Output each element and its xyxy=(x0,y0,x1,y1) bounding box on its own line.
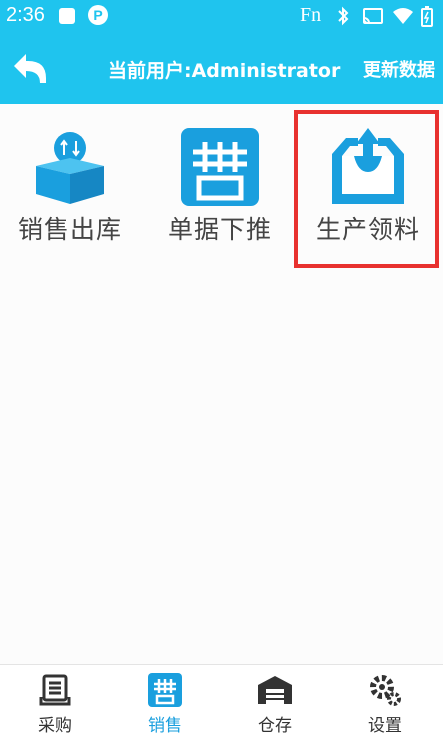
bottom-nav: 采购 销售 仓存 设置 xyxy=(0,664,443,737)
battery-icon xyxy=(421,6,433,27)
highlight-box xyxy=(294,110,439,268)
current-user-label: 当前用户:Administrator xyxy=(108,60,341,82)
tile-label: 销售出库 xyxy=(17,215,122,244)
cast-icon xyxy=(363,8,383,24)
nav-settings[interactable]: 设置 xyxy=(330,665,440,737)
nav-label: 仓存 xyxy=(258,716,292,736)
status-fn-text: Fn xyxy=(300,4,322,26)
back-arrow-icon[interactable] xyxy=(10,50,50,86)
bluetooth-icon xyxy=(338,6,349,26)
nav-sales[interactable]: 销售 xyxy=(110,665,220,737)
refresh-data-button[interactable]: 更新数据 xyxy=(363,56,435,82)
parking-icon: P xyxy=(88,5,108,25)
sales-icon xyxy=(148,673,182,707)
nav-warehouse[interactable]: 仓存 xyxy=(220,665,330,737)
warehouse-icon xyxy=(258,676,292,704)
tile-label: 单据下推 xyxy=(167,215,272,244)
nav-label: 设置 xyxy=(368,716,402,736)
settings-icon xyxy=(370,675,401,706)
wifi-icon xyxy=(393,8,413,24)
nav-label: 销售 xyxy=(148,716,182,736)
status-time: 2:36 xyxy=(6,4,45,26)
nav-label: 采购 xyxy=(38,716,72,736)
app-bar: 当前用户:Administrator 更新数据 xyxy=(0,32,443,104)
tile-sales-outbound[interactable]: 销售出库 xyxy=(0,124,140,264)
box-download-icon xyxy=(36,132,104,204)
tile-document-push[interactable]: 单据下推 xyxy=(150,124,290,264)
status-bar: 2:36 P Fn xyxy=(0,0,443,32)
notification-square-icon xyxy=(59,8,75,24)
purchase-icon xyxy=(39,674,71,706)
document-push-icon xyxy=(181,128,259,206)
nav-purchase[interactable]: 采购 xyxy=(0,665,110,737)
